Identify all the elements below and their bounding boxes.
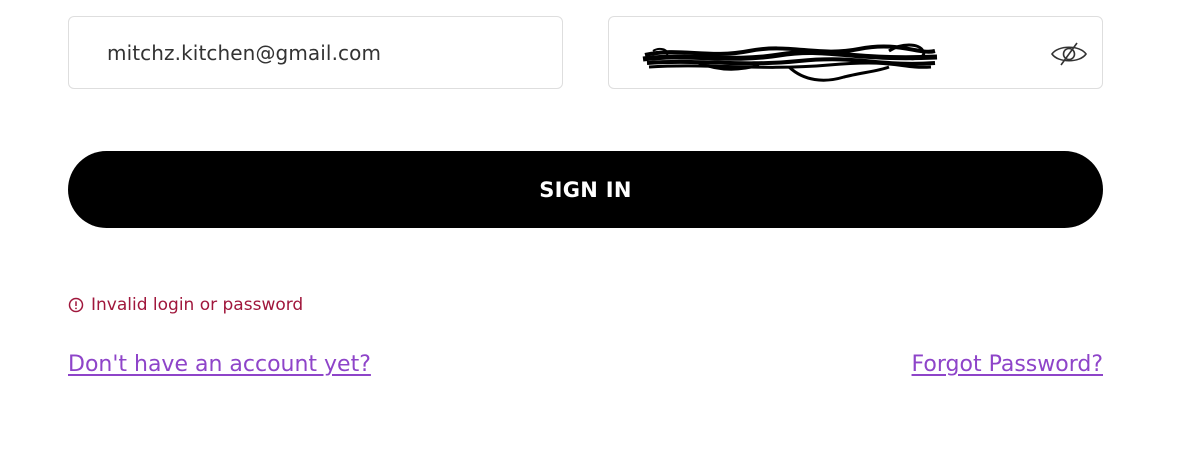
- sign-in-button[interactable]: SIGN IN: [68, 151, 1103, 228]
- signup-link[interactable]: Don't have an account yet?: [68, 352, 371, 377]
- email-value: mitchz.kitchen@gmail.com: [107, 41, 382, 65]
- email-field[interactable]: mitchz.kitchen@gmail.com: [68, 16, 563, 89]
- error-message: Invalid login or password: [68, 295, 303, 315]
- eye-slash-icon[interactable]: [1050, 41, 1088, 67]
- alert-circle-icon: [68, 297, 84, 313]
- redaction-scribble: [642, 43, 938, 82]
- password-field[interactable]: [608, 16, 1103, 89]
- login-page: mitchz.kitchen@gmail.com SIGN IN Invalid…: [0, 0, 1195, 462]
- error-text: Invalid login or password: [91, 295, 304, 315]
- forgot-password-link[interactable]: Forgot Password?: [912, 352, 1103, 377]
